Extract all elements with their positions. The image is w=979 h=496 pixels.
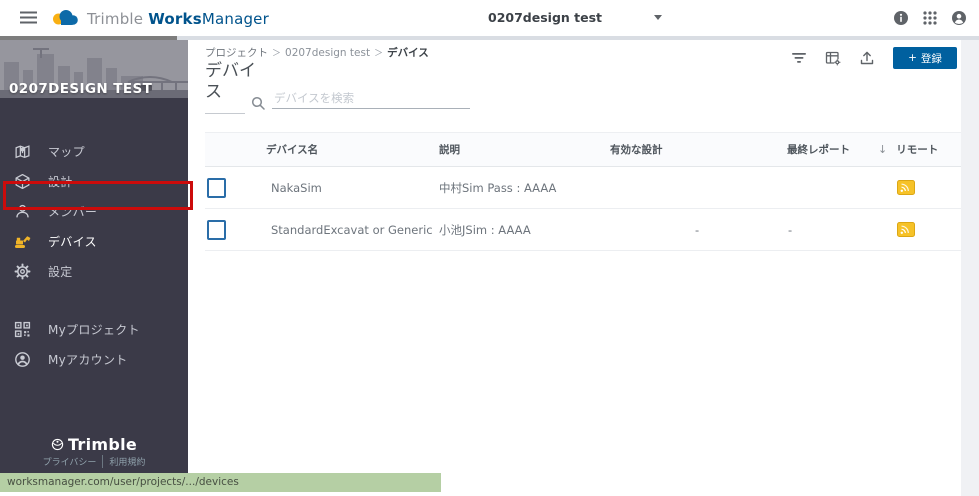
design-cube-icon [14, 173, 31, 190]
trimble-sextant-icon [51, 438, 64, 451]
column-header-active-design[interactable]: 有効な設計 [608, 142, 782, 157]
remote-icon[interactable] [897, 180, 915, 195]
column-header-remote[interactable]: リモート [896, 142, 938, 157]
search-icon [251, 95, 265, 110]
map-icon [14, 143, 31, 160]
chevron-down-icon [654, 15, 663, 20]
sidebar-item-label: マップ [48, 144, 85, 159]
register-button-label: 登録 [920, 52, 942, 65]
sidebar-item-settings[interactable]: 設定 [0, 256, 188, 286]
table-header-row: デバイス名 説明 有効な設計 最終レポート ↓ リモート [205, 132, 962, 167]
browser-status-url: worksmanager.com/user/projects/.../devic… [0, 473, 441, 492]
scrollbar-track[interactable] [961, 40, 979, 496]
remote-cell [872, 180, 962, 195]
column-header-last-report[interactable]: 最終レポート [782, 142, 872, 157]
user-account-icon[interactable] [951, 10, 967, 26]
breadcrumb-separator: ＞ [374, 49, 384, 59]
devices-table: デバイス名 説明 有効な設計 最終レポート ↓ リモート NakaSim 中村S… [205, 132, 962, 251]
register-device-button[interactable]: + 登録 [893, 47, 957, 69]
sidebar-item-label: デバイス [48, 234, 97, 249]
project-selector-dropdown[interactable]: 0207design test [488, 10, 663, 25]
table-row[interactable]: NakaSim 中村Sim Pass : AAAA [205, 167, 962, 209]
sidebar-item-label: 設定 [48, 264, 73, 279]
title-underline [205, 113, 245, 114]
sidebar-item-label: Myプロジェクト [48, 322, 140, 337]
top-bar: Trimble WorksManager 0207design test [0, 0, 979, 36]
gear-icon [14, 263, 31, 280]
trimble-worksmanager-logo[interactable]: Trimble WorksManager [50, 7, 269, 31]
sidebar-nav: マップ 設計 メンバー デバイス 設定 Myプロジェクト Myアカウント [0, 136, 188, 374]
row-checkbox[interactable] [207, 177, 226, 198]
breadcrumb-separator: ＞ [272, 49, 282, 59]
footer-link-divider [102, 455, 104, 468]
trimble-footer-wordmark: Trimble [67, 435, 138, 454]
toolbar-actions: + 登録 [791, 47, 957, 69]
last-report-cell: - [788, 222, 793, 237]
breadcrumb-projects[interactable]: プロジェクト [205, 45, 268, 60]
breadcrumb: プロジェクト ＞ 0207design test ＞ デバイス [205, 45, 429, 60]
row-checkbox[interactable] [207, 219, 226, 240]
filter-icon[interactable] [791, 50, 807, 66]
brand-text: Trimble WorksManager [87, 10, 269, 28]
sidebar-footer: Trimble プライバシー 利用規約 [0, 435, 188, 468]
trimble-footer-logo: Trimble [0, 435, 188, 454]
hamburger-menu-icon[interactable] [20, 10, 37, 25]
search-input[interactable] [272, 89, 470, 109]
qr-grid-icon [14, 321, 31, 338]
device-description-cell: 中村Sim Pass : AAAA [439, 180, 557, 195]
sidebar-item-label: Myアカウント [48, 352, 128, 367]
remote-icon[interactable] [897, 222, 915, 237]
sidebar-item-members[interactable]: メンバー [0, 196, 188, 226]
trimble-cloud-icon [50, 7, 80, 31]
sidebar-item-my-account[interactable]: Myアカウント [0, 344, 188, 374]
sidebar-project-title: 0207DESIGN TEST [9, 81, 153, 97]
breadcrumb-devices: デバイス [387, 47, 429, 59]
sidebar-item-map[interactable]: マップ [0, 136, 188, 166]
plus-icon: + [908, 52, 917, 64]
account-icon [14, 351, 31, 368]
table-row[interactable]: StandardExcavat or Generic 小池JSim : AAAA… [205, 209, 962, 251]
sidebar-item-design[interactable]: 設計 [0, 166, 188, 196]
info-icon[interactable] [893, 10, 909, 26]
device-description-cell: 小池JSim : AAAA [439, 222, 531, 237]
column-header-device-name[interactable]: デバイス名 [238, 142, 435, 157]
sidebar-item-label: メンバー [48, 204, 98, 219]
terms-link[interactable]: 利用規約 [109, 455, 145, 468]
sort-descending-icon[interactable]: ↓ [878, 143, 887, 156]
nav-divider-gap [0, 286, 188, 314]
app-grid-icon[interactable] [922, 10, 938, 26]
breadcrumb-project-name[interactable]: 0207design test [285, 47, 370, 59]
sidebar-item-my-projects[interactable]: Myプロジェクト [0, 314, 188, 344]
column-settings-icon[interactable] [825, 50, 841, 66]
device-name-cell: NakaSim [271, 180, 322, 195]
sidebar: 0207DESIGN TEST マップ 設計 メンバー デバイス 設定 Myプロ… [0, 40, 188, 473]
device-name-cell: StandardExcavat or Generic [271, 222, 433, 237]
project-hero-image: 0207DESIGN TEST [0, 40, 188, 98]
members-icon [14, 203, 31, 220]
device-search [251, 89, 470, 110]
app-window: Trimble WorksManager 0207design test 020… [0, 0, 979, 496]
sidebar-item-label: 設計 [48, 174, 73, 189]
main-content: プロジェクト ＞ 0207design test ＞ デバイス + 登録 デバイ… [188, 40, 962, 496]
active-design-cell: - [695, 222, 700, 237]
sidebar-item-devices[interactable]: デバイス [0, 226, 188, 256]
export-icon[interactable] [859, 50, 875, 66]
project-selector-label: 0207design test [488, 10, 603, 25]
column-header-description[interactable]: 説明 [435, 142, 608, 157]
remote-cell [872, 222, 962, 237]
excavator-icon [14, 233, 31, 250]
privacy-link[interactable]: プライバシー [43, 455, 97, 468]
